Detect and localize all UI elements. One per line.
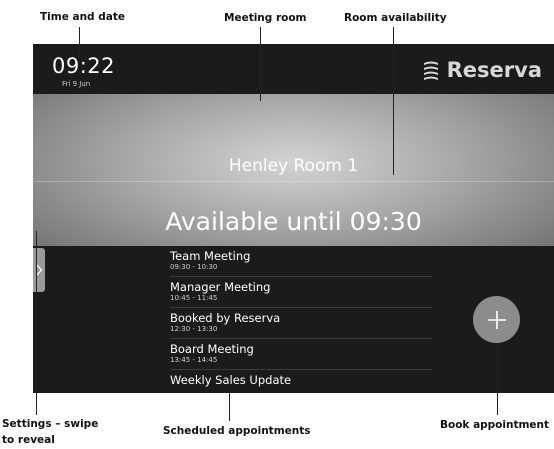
list-item[interactable]: Weekly Sales Update bbox=[170, 370, 432, 393]
annotation-settings-line1: Settings – swipe bbox=[2, 418, 99, 430]
settings-tab[interactable] bbox=[33, 248, 45, 292]
brand-name: Reserva bbox=[446, 58, 542, 82]
leader-line bbox=[229, 393, 230, 421]
book-appointment-button[interactable] bbox=[473, 296, 520, 343]
brand-logo: Reserva bbox=[421, 58, 542, 82]
list-item[interactable]: Board Meeting 13:45 - 14:45 bbox=[170, 339, 432, 370]
annotation-room-availability: Room availability bbox=[344, 12, 447, 24]
meeting-room-name: Henley Room 1 bbox=[228, 156, 359, 176]
room-status-panel: Henley Room 1 Available until 09:30 bbox=[33, 94, 554, 292]
top-bar: 09:22 Fri 9 Jun Reserva bbox=[33, 44, 554, 94]
leader-line bbox=[36, 231, 37, 415]
annotation-book-appointment: Book appointment bbox=[440, 419, 550, 431]
booking-screen: 09:22 Fri 9 Jun Reserva Henley Room 1 Av… bbox=[33, 44, 554, 393]
annotation-meeting-room: Meeting room bbox=[224, 12, 307, 24]
appointment-time: 10:45 - 11:45 bbox=[170, 294, 218, 302]
appointment-time: 13:45 - 14:45 bbox=[170, 356, 218, 364]
plus-icon bbox=[487, 310, 506, 329]
clock-date: Fri 9 Jun bbox=[62, 80, 91, 88]
list-item[interactable]: Manager Meeting 10:45 - 11:45 bbox=[170, 277, 432, 308]
scheduled-appointments-list: Team Meeting 09:30 - 10:30 Manager Meeti… bbox=[170, 246, 432, 393]
appointment-title: Board Meeting bbox=[170, 342, 254, 356]
appointment-title: Team Meeting bbox=[170, 249, 251, 263]
leader-line bbox=[260, 27, 261, 101]
appointment-title: Manager Meeting bbox=[170, 280, 271, 294]
clock-time: 09:22 bbox=[52, 54, 116, 78]
leader-line bbox=[497, 343, 498, 415]
room-availability: Available until 09:30 bbox=[165, 207, 422, 236]
stack-icon bbox=[423, 61, 438, 80]
annotation-settings-line2: to reveal bbox=[2, 434, 55, 446]
list-item[interactable]: Booked by Reserva 12:30 - 13:30 bbox=[170, 308, 432, 339]
divider bbox=[33, 181, 554, 182]
appointment-title: Weekly Sales Update bbox=[170, 373, 292, 387]
appointment-time: 09:30 - 10:30 bbox=[170, 263, 218, 271]
appointment-time: 12:30 - 13:30 bbox=[170, 325, 218, 333]
appointment-title: Booked by Reserva bbox=[170, 311, 281, 325]
annotation-time-and-date: Time and date bbox=[40, 11, 125, 23]
annotation-scheduled-appointments: Scheduled appointments bbox=[163, 425, 311, 437]
list-item[interactable]: Team Meeting 09:30 - 10:30 bbox=[170, 246, 432, 277]
leader-line bbox=[79, 27, 80, 57]
leader-line bbox=[393, 27, 394, 175]
